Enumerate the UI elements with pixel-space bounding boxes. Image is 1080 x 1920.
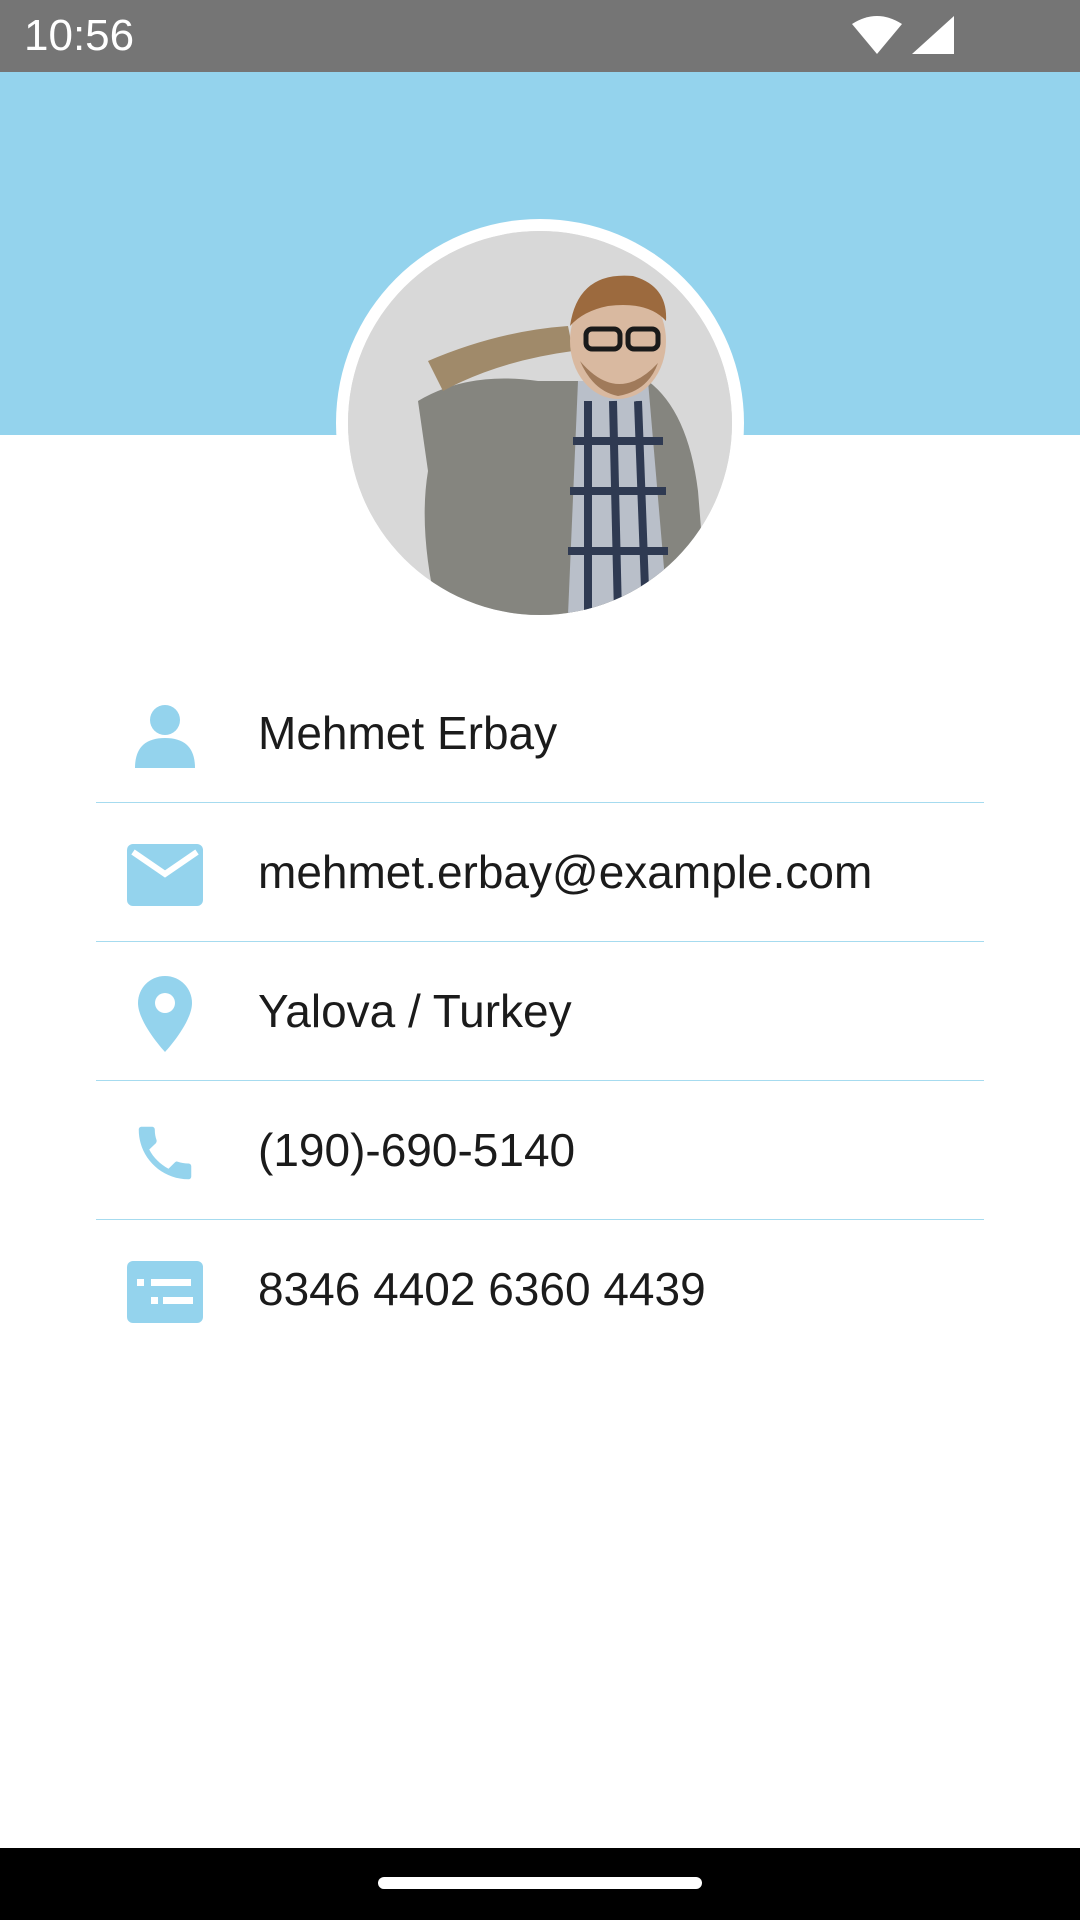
card-row: 8346 4402 6360 4439 [96, 1220, 984, 1358]
status-icons [852, 16, 954, 61]
status-time: 10:56 [24, 11, 135, 60]
email-row: mehmet.erbay@example.com [96, 803, 984, 942]
status-bar: 10:56 [0, 0, 1080, 72]
home-gesture-handle[interactable] [378, 1877, 702, 1889]
card-icon [126, 1253, 204, 1331]
phone-icon [126, 1114, 204, 1192]
phone-row: (190)-690-5140 [96, 1081, 984, 1220]
cellular-signal-icon [912, 16, 954, 61]
email-icon [126, 836, 204, 914]
name-row: Mehmet Erbay [96, 664, 984, 803]
person-icon [126, 697, 204, 775]
avatar [348, 231, 732, 615]
location-value: Yalova / Turkey [258, 985, 572, 1037]
profile-info-list: Mehmet Erbay mehmet.erbay@example.com Ya… [96, 664, 984, 1358]
card-value: 8346 4402 6360 4439 [258, 1263, 706, 1315]
phone-value: (190)-690-5140 [258, 1124, 576, 1176]
location-pin-icon [126, 975, 204, 1053]
email-value: mehmet.erbay@example.com [258, 846, 873, 898]
location-row: Yalova / Turkey [96, 942, 984, 1081]
name-value: Mehmet Erbay [258, 707, 558, 759]
wifi-icon [852, 16, 902, 61]
